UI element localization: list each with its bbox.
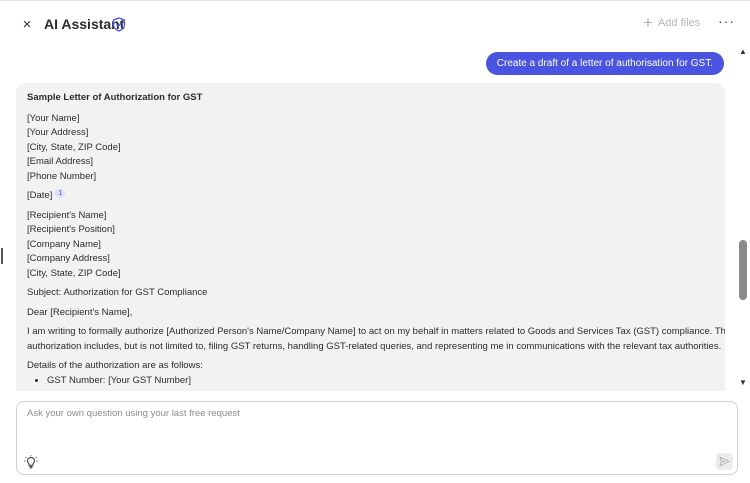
recipient-line: [Recipient's Name] [27, 209, 107, 221]
sender-line: [Your Address] [27, 127, 89, 138]
input-placeholder: Ask your own question using your last fr… [27, 408, 240, 419]
panel-header: × AI Assistant + Add files ··· [0, 0, 750, 46]
send-button[interactable] [716, 453, 733, 470]
plus-icon: + [643, 13, 653, 32]
details-list: GST Number: [Your GST Number] [47, 374, 713, 389]
recipient-block: [Recipient's Name] [Recipient's Position… [27, 209, 713, 282]
scroll-down-arrow[interactable]: ▼ [738, 378, 748, 388]
add-files-button[interactable]: + Add files [643, 13, 701, 32]
scroll-up-arrow[interactable]: ▲ [738, 47, 748, 57]
recipient-line: [Recipient's Position] [27, 224, 115, 235]
scrollbar-thumb[interactable] [739, 240, 747, 300]
body-line: authorization includes, but is not limit… [27, 340, 722, 352]
list-item: GST Number: [Your GST Number] [47, 374, 713, 389]
user-message-bubble: Create a draft of a letter of authorisat… [485, 52, 724, 75]
sender-line: [City, State, ZIP Code] [27, 141, 121, 153]
assistant-answer: Sample Letter of Authorization for GST [… [16, 83, 725, 391]
recipient-line: [Company Address] [27, 253, 110, 264]
citation-badge[interactable]: 1 [55, 189, 66, 198]
salutation: Dear [Recipient's Name], [27, 306, 133, 318]
sender-block: [Your Name] [Your Address] [City, State,… [27, 112, 713, 185]
more-options-button[interactable]: ··· [718, 13, 735, 29]
date-text: [Date] [27, 190, 53, 201]
lightbulb-icon[interactable] [24, 455, 38, 469]
shield-check-icon [112, 17, 126, 32]
subject-line: Subject: Authorization for GST Complianc… [27, 287, 208, 298]
close-button[interactable]: × [18, 15, 36, 33]
date-line: [Date] 1 [27, 189, 713, 204]
question-input[interactable]: Ask your own question using your last fr… [16, 401, 738, 475]
recipient-line: [Company Name] [27, 238, 101, 250]
sender-line: [Phone Number] [27, 170, 97, 182]
answer-title: Sample Letter of Authorization for GST [27, 92, 203, 103]
resize-handle[interactable] [1, 248, 3, 264]
more-icon: ··· [718, 13, 735, 29]
body-line: I am writing to formally authorize [Auth… [27, 326, 725, 337]
send-icon [719, 456, 730, 467]
add-files-label: Add files [657, 17, 701, 29]
close-icon: × [22, 15, 32, 33]
body-paragraph: I am writing to formally authorize [Auth… [27, 325, 725, 354]
sender-line: [Your Name] [27, 112, 80, 124]
details-intro: Details of the authorization are as foll… [27, 360, 203, 371]
sender-line: [Email Address] [27, 156, 93, 167]
recipient-line: [City, State, ZIP Code] [27, 267, 121, 279]
